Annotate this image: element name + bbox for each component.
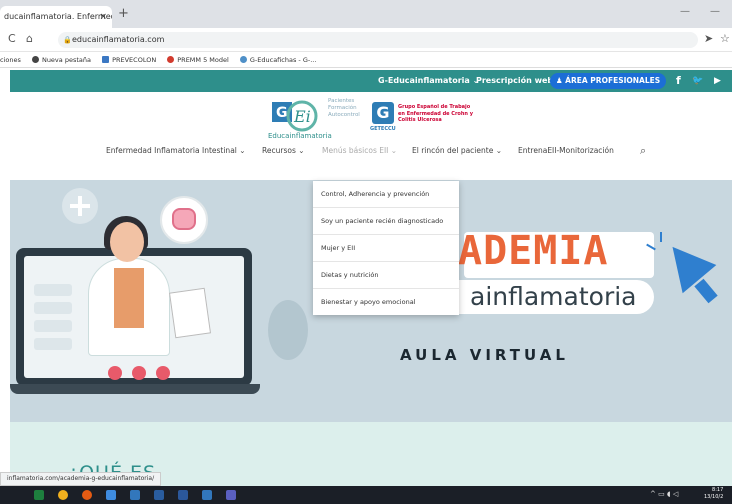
url-text: educainflamatoria.com: [72, 35, 165, 44]
doctor-shirt: [114, 268, 144, 328]
svg-text:Ei: Ei: [293, 107, 311, 126]
dropdown-item-control[interactable]: Control, Adherencia y prevención: [313, 181, 459, 208]
explorer-icon[interactable]: [106, 490, 116, 500]
bookmark-item[interactable]: G-Educafichas - G-...: [239, 52, 316, 67]
taskbar-clock[interactable]: 8:17 13/10/2: [704, 487, 723, 501]
excel-icon[interactable]: [34, 490, 44, 500]
logo-tagline: Pacientes Formación Autocontrol: [328, 98, 360, 118]
site-top-bar: G-Educainflamatoria ⌄ Prescripción web ♟…: [10, 70, 732, 92]
dropdown-item-mujer-eii[interactable]: Mujer y EII: [313, 235, 459, 262]
area-profesionales-button[interactable]: ♟ ÁREA PROFESIONALES: [550, 73, 666, 89]
search-icon[interactable]: ⌕: [640, 144, 646, 158]
address-bar-row: C ⌂ 🔒 educainflamatoria.com ➤ ☆: [0, 28, 732, 52]
bookmark-item[interactable]: ciones: [0, 52, 21, 67]
lock-icon: 🔒: [63, 36, 72, 44]
screen-card: [34, 284, 72, 296]
maximize-icon[interactable]: —: [710, 6, 720, 17]
site-header: G Ei Pacientes Formación Autocontrol Edu…: [10, 92, 732, 180]
firefox-icon[interactable]: [82, 490, 92, 500]
call-button-icon: [132, 366, 146, 380]
screen-card: [34, 338, 72, 350]
globe-icon: [31, 56, 39, 63]
tab-title: ducainflamatoria. Enfermeda: [4, 12, 112, 21]
browser-tab[interactable]: ducainflamatoria. Enfermeda ×: [0, 6, 112, 28]
doctor-head: [110, 222, 144, 262]
screen-card: [34, 302, 72, 314]
bookmarks-bar: ciones Nueva pestaña PREVECOLON PREMM 5 …: [0, 52, 732, 68]
home-icon[interactable]: ⌂: [26, 32, 33, 45]
teams-icon[interactable]: [226, 490, 236, 500]
logo-name: Educainflamatoria: [268, 132, 332, 140]
spark-decoration: [660, 232, 662, 242]
academia-title: ADEMIA: [458, 228, 609, 274]
clock-date: 13/10/2: [704, 494, 724, 500]
nav-item-recursos[interactable]: Recursos ⌄: [262, 146, 305, 155]
dropdown-item-bienestar[interactable]: Bienestar y apoyo emocional: [313, 289, 459, 316]
outlook-icon[interactable]: [154, 490, 164, 500]
bookmark-item[interactable]: PREVECOLON: [102, 52, 156, 67]
facebook-icon[interactable]: f: [676, 70, 681, 92]
windows-taskbar: ^ ▭ ◖ ◁ 8:17 13/10/2: [0, 486, 732, 504]
geteccu-name: Grupo Español de Trabajo en Enfermedad d…: [398, 104, 473, 123]
leaf-decoration: [268, 300, 308, 360]
new-tab-button[interactable]: +: [118, 6, 129, 21]
edge-icon[interactable]: [130, 490, 140, 500]
bookmark-icon: [167, 56, 175, 63]
twitter-icon[interactable]: 🐦: [692, 70, 703, 92]
inflamatoria-subtitle: ainflamatoria: [470, 282, 637, 311]
tab-close-icon[interactable]: ×: [99, 6, 107, 28]
prescripcion-web-link[interactable]: Prescripción web: [476, 70, 553, 92]
dropdown-item-dietas[interactable]: Dietas y nutrición: [313, 262, 459, 289]
ie-icon[interactable]: [202, 490, 212, 500]
status-bar-url: inflamatoria.com/academia-g-educainflama…: [0, 472, 162, 486]
star-icon[interactable]: ☆: [720, 32, 730, 45]
cursor-pointer-tail: [694, 278, 718, 304]
minimize-icon[interactable]: —: [680, 6, 690, 17]
g-educainflamatoria-menu[interactable]: G-Educainflamatoria ⌄: [378, 70, 479, 92]
svg-text:G: G: [276, 105, 288, 121]
aula-virtual-heading: AULA VIRTUAL: [400, 346, 569, 364]
reload-icon[interactable]: C: [8, 32, 16, 45]
word-icon[interactable]: [178, 490, 188, 500]
system-tray-icons[interactable]: ^ ▭ ◖ ◁: [650, 490, 678, 498]
nav-item-rincon-paciente[interactable]: El rincón del paciente ⌄: [412, 146, 502, 155]
chrome-icon[interactable]: [58, 490, 68, 500]
url-field[interactable]: 🔒 educainflamatoria.com: [58, 32, 698, 48]
bookmark-item[interactable]: Nueva pestaña: [31, 52, 91, 67]
screen-card: [34, 320, 72, 332]
clock-time: 8:17: [712, 487, 724, 493]
dropdown-item-recien-diagnosticado[interactable]: Soy un paciente recién diagnosticado: [313, 208, 459, 235]
plus-decoration-icon: [62, 188, 98, 224]
call-button-icon: [156, 366, 170, 380]
geteccu-logo[interactable]: G: [372, 102, 394, 124]
geteccu-label: GETECCU: [370, 126, 396, 132]
main-navigation: Enfermedad Inflamatoria Intestinal ⌄ Rec…: [10, 144, 732, 162]
menus-basicos-dropdown: Control, Adherencia y prevención Soy un …: [313, 181, 459, 315]
nav-item-eii[interactable]: Enfermedad Inflamatoria Intestinal ⌄: [106, 146, 246, 155]
browser-tab-strip: ducainflamatoria. Enfermeda × + — —: [0, 0, 732, 28]
clipboard-illustration: [168, 287, 212, 339]
nav-item-entrenaeii[interactable]: EntrenaEII-Monitorización: [518, 146, 614, 155]
nav-item-menus-basicos[interactable]: Menús básicos EII ⌄: [322, 146, 397, 155]
bookmark-icon: [239, 56, 247, 63]
bookmark-item[interactable]: PREMM 5 Model: [167, 52, 229, 67]
call-button-icon: [108, 366, 122, 380]
laptop-base: [10, 384, 260, 394]
bookmark-icon: [102, 56, 110, 63]
youtube-icon[interactable]: ▶: [714, 70, 721, 92]
intestine-icon: [172, 208, 196, 230]
send-icon[interactable]: ➤: [704, 32, 713, 45]
